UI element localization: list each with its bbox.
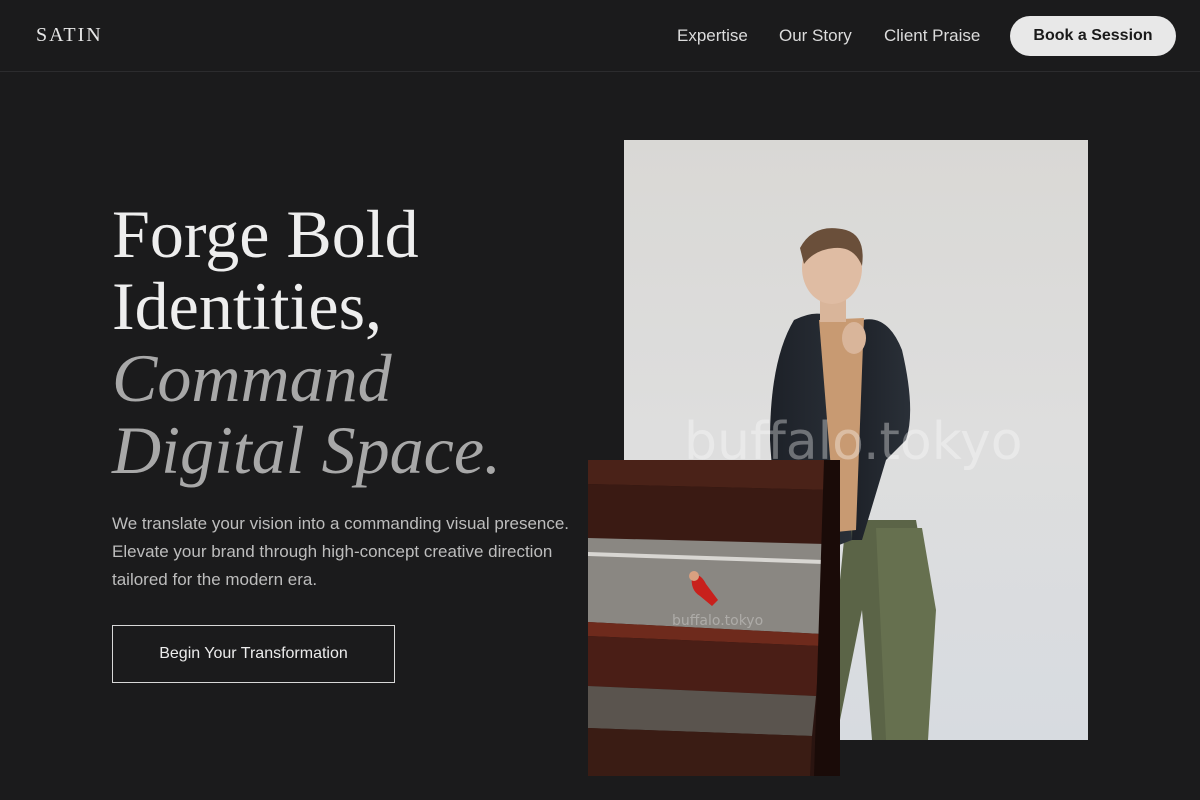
headline-line-4: Digital Space. [112,412,502,488]
secondary-image-watermark: buffalo.tokyo [672,613,764,629]
nav-link-client-praise[interactable]: Client Praise [884,26,980,46]
nav-link-our-story[interactable]: Our Story [779,26,852,46]
hero-description: We translate your vision into a commandi… [112,514,570,589]
hero-headline: Forge Bold Identities, Command Digital S… [112,198,582,486]
site-header: SATIN Expertise Our Story Client Praise … [0,0,1200,72]
nav-link-expertise[interactable]: Expertise [677,26,748,46]
headline-line-3: Command [112,340,392,416]
headline-line-2: Identities, [112,268,383,344]
headline-line-1: Forge Bold [112,196,419,272]
book-session-button[interactable]: Book a Session [1010,16,1176,56]
begin-transformation-button[interactable]: Begin Your Transformation [112,625,395,683]
brand-logo[interactable]: SATIN [36,24,103,47]
